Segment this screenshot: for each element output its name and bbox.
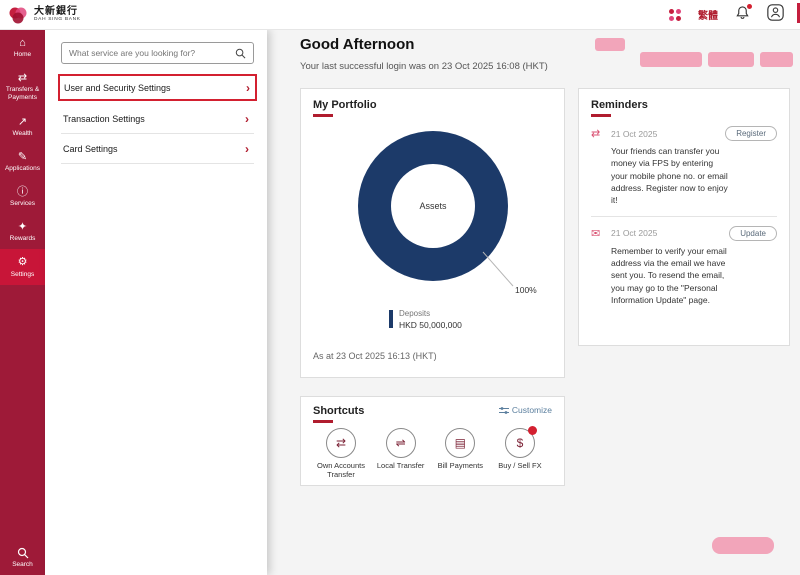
language-toggle[interactable]: 繁體: [698, 7, 718, 22]
title-accent-bar: [591, 114, 611, 117]
shortcut-local-transfer[interactable]: ⇌ Local Transfer: [373, 428, 429, 480]
reminder-text: Your friends can transfer you money via …: [611, 145, 729, 207]
transfer-arrows-icon: ⇄: [2, 72, 43, 84]
portfolio-timestamp: As at 23 Oct 2025 16:13 (HKT): [313, 351, 437, 361]
shortcut-own-accounts-transfer[interactable]: ⇄ Own Accounts Transfer: [313, 428, 369, 480]
menu-item-label: Transaction Settings: [63, 114, 145, 124]
own-accounts-transfer-icon: ⇄: [336, 436, 346, 450]
sidebar-item-applications[interactable]: ✎ Applications: [0, 144, 45, 179]
chevron-right-icon: ›: [245, 143, 249, 155]
legend-swatch: [389, 310, 393, 328]
sidebar-item-rewards[interactable]: ✦ Rewards: [0, 214, 45, 249]
greeting-title: Good Afternoon: [300, 36, 414, 53]
email-icon: ✉: [591, 227, 611, 240]
gear-icon: ⚙: [2, 256, 43, 268]
chevron-right-icon: ›: [246, 82, 250, 94]
main-nav-sidebar: ⌂ Home ⇄ Transfers & Payments ↗ Wealth ✎…: [0, 30, 45, 575]
portfolio-title: My Portfolio: [313, 99, 552, 111]
profile-logout-button[interactable]: [767, 4, 784, 26]
shortcut-buy-sell-fx[interactable]: $ Buy / Sell FX: [492, 428, 548, 480]
redacted-block: [712, 537, 774, 554]
portfolio-card: My Portfolio Assets 100% Deposits HKD 50…: [300, 88, 565, 378]
sidebar-item-wealth[interactable]: ↗ Wealth: [0, 109, 45, 144]
bank-name-english: DAH SING BANK: [34, 17, 81, 22]
title-accent-bar: [313, 420, 333, 423]
service-search[interactable]: [61, 42, 254, 64]
notifications-button[interactable]: [735, 5, 750, 25]
dah-sing-logo-icon: [8, 5, 28, 25]
reminders-card: Reminders ⇄ 21 Oct 2025 Register Your fr…: [578, 88, 790, 346]
donut-callout-line: [479, 249, 519, 291]
fx-exchange-icon: $: [517, 436, 524, 450]
search-icon: [17, 547, 29, 559]
notification-badge: [747, 4, 752, 9]
sidebar-item-search[interactable]: Search: [0, 540, 45, 575]
shortcuts-card: Shortcuts Customize ⇄ Own Accounts Trans…: [300, 396, 565, 486]
sidebar-item-services[interactable]: ⓘ Services: [0, 179, 45, 214]
sidebar-item-home[interactable]: ⌂ Home: [0, 30, 45, 65]
search-icon[interactable]: [235, 48, 246, 59]
chart-icon: ↗: [2, 116, 43, 128]
menu-item-user-and-security-settings[interactable]: User and Security Settings ›: [58, 74, 257, 101]
home-icon: ⌂: [2, 37, 43, 49]
fx-badge: [528, 426, 537, 435]
redacted-block: [708, 52, 754, 67]
reminder-text: Remember to verify your email address vi…: [611, 245, 729, 307]
apps-grid-icon[interactable]: [669, 9, 681, 21]
redacted-block: [595, 38, 625, 51]
donut-center-label: Assets: [391, 164, 475, 248]
bank-logo[interactable]: 大新銀行 DAH SING BANK: [0, 5, 81, 25]
app-header: 大新銀行 DAH SING BANK 繁體: [0, 0, 800, 30]
redacted-block: [760, 52, 793, 67]
chevron-right-icon: ›: [245, 113, 249, 125]
menu-item-card-settings[interactable]: Card Settings ›: [61, 134, 254, 164]
menu-item-label: User and Security Settings: [64, 83, 171, 93]
legend-name: Deposits: [399, 309, 462, 318]
reminder-item: ✉ 21 Oct 2025 Update Remember to verify …: [591, 226, 777, 307]
reminder-item: ⇄ 21 Oct 2025 Register Your friends can …: [591, 126, 777, 207]
last-login-text: Your last successful login was on 23 Oct…: [300, 61, 548, 72]
title-accent-bar: [313, 114, 333, 117]
sliders-icon: [499, 406, 509, 415]
fps-transfer-icon: ⇄: [591, 127, 611, 140]
redacted-block: [640, 52, 702, 67]
donut-percent-label: 100%: [515, 285, 537, 295]
pencil-form-icon: ✎: [2, 151, 43, 163]
chart-legend: Deposits HKD 50,000,000: [389, 309, 462, 330]
divider: [591, 216, 777, 217]
update-button[interactable]: Update: [729, 226, 777, 241]
service-search-input[interactable]: [69, 48, 235, 58]
info-icon: ⓘ: [2, 186, 43, 198]
local-transfer-icon: ⇌: [396, 436, 406, 450]
reminders-title: Reminders: [591, 99, 777, 111]
settings-flyout-menu: User and Security Settings › Transaction…: [45, 30, 267, 575]
reminder-date: 21 Oct 2025: [611, 228, 729, 238]
shortcut-bill-payments[interactable]: ▤ Bill Payments: [432, 428, 488, 480]
person-icon: [767, 4, 784, 21]
shortcuts-title: Shortcuts: [313, 405, 364, 417]
customize-label: Customize: [512, 405, 552, 415]
menu-item-label: Card Settings: [63, 144, 118, 154]
rewards-star-icon: ✦: [2, 221, 43, 233]
legend-value: HKD 50,000,000: [399, 320, 462, 330]
bank-name: 大新銀行 DAH SING BANK: [34, 7, 81, 23]
sidebar-item-transfers-payments[interactable]: ⇄ Transfers & Payments: [0, 65, 45, 108]
reminder-date: 21 Oct 2025: [611, 129, 725, 139]
sidebar-item-settings[interactable]: ⚙ Settings: [0, 249, 45, 284]
customize-button[interactable]: Customize: [499, 405, 552, 415]
register-button[interactable]: Register: [725, 126, 777, 141]
bill-payments-icon: ▤: [455, 436, 466, 450]
menu-item-transaction-settings[interactable]: Transaction Settings ›: [61, 104, 254, 134]
bank-name-chinese: 大新銀行: [34, 7, 81, 18]
